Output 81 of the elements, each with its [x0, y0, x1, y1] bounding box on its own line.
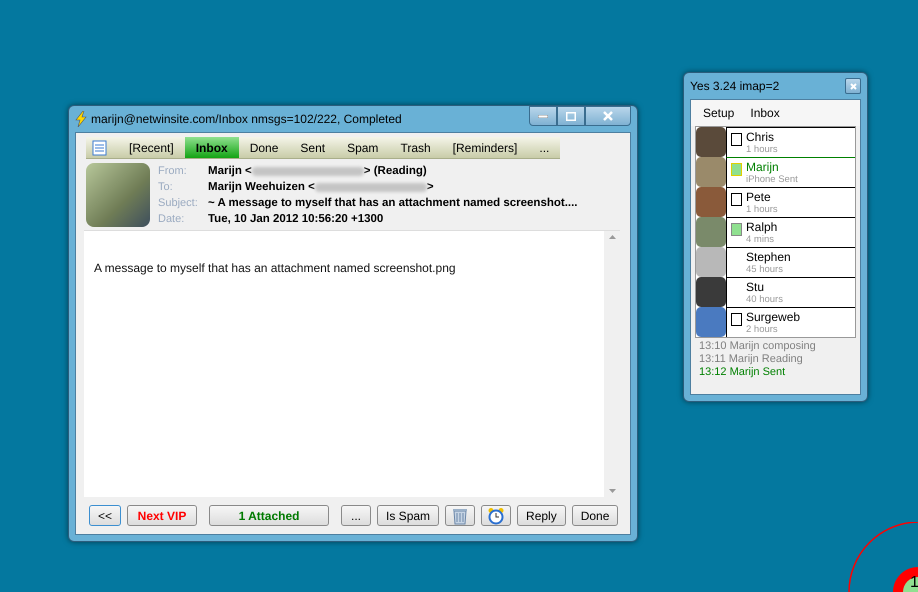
- folder-tab[interactable]: Spam: [336, 137, 390, 158]
- minimize-button[interactable]: [529, 106, 557, 126]
- status-checkbox[interactable]: [731, 193, 742, 206]
- header-label: Subject:: [158, 196, 199, 211]
- contact-status: 1 hours: [746, 204, 778, 215]
- lightning-icon: [75, 111, 87, 127]
- scroll-down-icon[interactable]: [608, 489, 616, 493]
- contact-row[interactable]: Marijn iPhone Sent: [726, 157, 855, 187]
- close-icon: [603, 111, 613, 121]
- contact-row[interactable]: Stephen 45 hours: [726, 247, 855, 277]
- folder-tab[interactable]: Trash: [389, 137, 442, 158]
- header-label: Date:: [158, 212, 186, 227]
- alarm-clock-icon: [487, 506, 506, 524]
- window-title: marijn@netwinsite.com/Inbox nmsgs=102/222, Completed: [91, 112, 403, 126]
- menu-item[interactable]: Inbox: [750, 106, 780, 120]
- contact-status: 40 hours: [746, 294, 783, 305]
- close-icon: [850, 82, 856, 90]
- trash-icon: [452, 506, 468, 524]
- contact-row[interactable]: Pete 1 hours: [726, 187, 855, 217]
- toolbar-button[interactable]: ...: [341, 505, 372, 526]
- contact-name: Stu: [746, 280, 766, 294]
- log-line: 13:11 Marijn Reading: [699, 353, 804, 366]
- contact-row[interactable]: Surgeweb 2 hours: [726, 307, 855, 337]
- avatar: [696, 277, 726, 307]
- nav-button[interactable]: <<: [89, 505, 122, 526]
- folder-tab[interactable]: [Recent]: [118, 137, 185, 158]
- contact-name: Stephen: [746, 250, 791, 264]
- menu-item[interactable]: Setup: [703, 106, 734, 120]
- avatar: [696, 157, 726, 187]
- status-checkbox[interactable]: [731, 133, 742, 146]
- folder-tab[interactable]: Inbox: [184, 137, 239, 158]
- contact-name: Ralph: [746, 220, 778, 234]
- scroll-up-icon[interactable]: [608, 235, 616, 239]
- minimize-icon: [538, 114, 548, 118]
- contact-status: 2 hours: [746, 324, 779, 335]
- attachment-button[interactable]: 1 Attached: [209, 505, 330, 526]
- header-value: Marijn Weehuizen < >: [208, 180, 435, 195]
- log-line: 13:12 Marijn Sent: [699, 366, 786, 379]
- header-value: Marijn < > (Reading): [208, 164, 428, 179]
- avatar: [696, 127, 726, 157]
- counter-text: 1: [910, 574, 918, 592]
- close-button[interactable]: [585, 106, 631, 126]
- message-body: A message to myself that has an attachment named screenshot.png: [93, 260, 457, 277]
- folder-tab[interactable]: Done: [238, 137, 290, 158]
- status-checkbox[interactable]: [731, 223, 742, 236]
- window-title: Yes 3.24 imap=2: [690, 79, 780, 93]
- header-value: ~ A message to myself that has an attachment named screenshot....: [208, 196, 578, 211]
- photo-placeholder: [86, 163, 150, 227]
- avatar: [696, 247, 726, 277]
- toolbar-button[interactable]: Reply: [517, 505, 566, 526]
- header-label: To:: [158, 180, 174, 195]
- contact-name: Pete: [746, 190, 772, 204]
- avatar: [696, 307, 726, 337]
- contact-name: Marijn: [746, 160, 780, 174]
- contact-status: iPhone Sent: [746, 174, 798, 185]
- contact-row[interactable]: Chris 1 hours: [726, 127, 855, 157]
- maximize-icon: [566, 112, 576, 120]
- close-button[interactable]: [845, 78, 861, 94]
- folder-tab[interactable]: [Reminders]: [442, 137, 528, 158]
- trash-button[interactable]: [445, 505, 476, 526]
- status-checkbox[interactable]: [731, 313, 742, 326]
- folder-tab[interactable]: Sent: [289, 137, 336, 158]
- avatar: [696, 217, 726, 247]
- maximize-button[interactable]: [557, 106, 585, 126]
- contact-status: 1 hours: [746, 144, 778, 155]
- folder-tab[interactable]: ...: [528, 137, 560, 158]
- alarm-button[interactable]: [481, 505, 512, 526]
- corner-ring-drawing: [848, 522, 918, 592]
- header-value: Tue, 10 Jan 2012 10:56:20 +1300: [208, 212, 384, 227]
- contact-name: Surgeweb: [746, 310, 800, 324]
- avatar: [696, 187, 726, 217]
- toolbar-button[interactable]: Is Spam: [377, 505, 440, 526]
- document-icon[interactable]: [92, 140, 108, 156]
- contact-row[interactable]: Stu 40 hours: [726, 277, 855, 307]
- contact-name: Chris: [746, 130, 776, 144]
- log-line: 13:10 Marijn composing: [699, 340, 817, 353]
- contact-status: 4 mins: [746, 234, 775, 245]
- header-label: From:: [158, 164, 188, 179]
- toolbar-button[interactable]: Done: [572, 505, 618, 526]
- contact-status: 45 hours: [746, 264, 784, 275]
- contact-row[interactable]: Ralph 4 mins: [726, 217, 855, 247]
